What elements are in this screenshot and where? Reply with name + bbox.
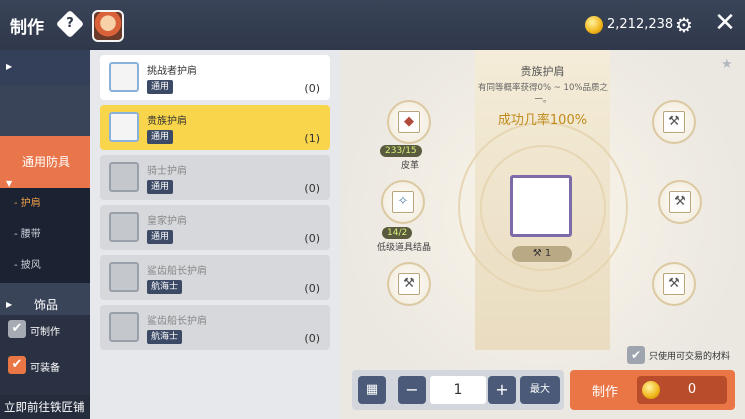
tradeable-only-label: 只使用可交易的材料 [649, 352, 731, 362]
list-item[interactable]: 挑战者护肩 通用 (0) [100, 55, 330, 100]
empty-slot[interactable]: ⚒ [652, 262, 696, 306]
recipe-description: 有同等概率获得0% ~ 10%品质之一。 [478, 83, 608, 105]
help-icon-glyph: ? [66, 16, 74, 31]
gold-amount: 2,212,238 [607, 17, 674, 32]
result-count-value: 1 [544, 248, 552, 259]
list-item[interactable]: 皇家护肩 通用 (0) [100, 205, 330, 250]
max-button[interactable]: 最大 [520, 376, 560, 404]
goto-smithy-link[interactable]: 立即前往铁匠铺 [0, 395, 90, 419]
item-tag: 通用 [147, 80, 174, 94]
sidebar-item-label: 通用防具 [22, 155, 71, 169]
sub-category-list: - 护肩 - 腰带 - 披风 [0, 188, 90, 283]
craft-cost-value: 0 [687, 382, 697, 397]
item-thumbnail [109, 162, 139, 192]
header-bar: 制作 ? 2,212,238 ⚙ ✕ [0, 0, 745, 50]
quantity-input[interactable]: 1 [430, 376, 486, 404]
hammer-icon: ⚒ [398, 273, 420, 295]
craftable-label: 可制作 [30, 327, 60, 338]
item-name: 鲨齿船长护肩 [147, 266, 207, 277]
item-tag: 通用 [147, 180, 174, 194]
item-thumbnail [109, 112, 139, 142]
item-tag: 航海士 [147, 330, 183, 344]
craft-label: 制作 [592, 385, 619, 400]
gold-coin-icon [642, 381, 660, 399]
craft-panel: ★ 贵族护肩 有同等概率获得0% ~ 10%品质之一。 成功几率100% ◆ 2… [340, 50, 745, 419]
item-count: (0) [304, 282, 320, 295]
result-count: ⚒ 1 [512, 246, 572, 262]
result-item-slot[interactable] [510, 175, 572, 237]
help-icon[interactable]: ? [55, 9, 85, 39]
crystal-quantity: 14/2 [382, 227, 413, 239]
sidebar-item-label: 饰品 [34, 298, 59, 312]
item-thumbnail [109, 212, 139, 242]
item-thumbnail [109, 312, 139, 342]
empty-slot[interactable]: ⚒ [658, 180, 702, 224]
list-item-selected[interactable]: 贵族护肩 通用 (1) [100, 105, 330, 150]
calculator-button[interactable]: ▦ [358, 376, 386, 404]
hammer-icon: ⚒ [663, 273, 685, 295]
material-slot-leather[interactable]: ◆ [387, 100, 431, 144]
equippable-checkbox[interactable]: ✔ [8, 356, 26, 374]
item-count: (0) [304, 332, 320, 345]
item-name: 鲨齿船长护肩 [147, 316, 207, 327]
hammer-icon: ⚒ [663, 111, 685, 133]
item-name: 骑士护肩 [147, 166, 187, 177]
item-tag: 通用 [147, 230, 174, 244]
recipe-title: 贵族护肩 [520, 65, 565, 78]
settings-gear-icon[interactable]: ⚙ [672, 13, 696, 37]
character-avatar[interactable] [92, 10, 124, 42]
category-sidebar: ▶ ▼ 通用防具 - 护肩 - 腰带 - 披风 ▶ 饰品 ✔ 可制作 ✔ 可装备… [0, 50, 90, 419]
crystal-icon: ✧ [392, 191, 414, 213]
quantity-bar: ▦ − 1 + 最大 [352, 370, 564, 410]
item-count: (0) [304, 82, 320, 95]
item-count: (1) [304, 132, 320, 145]
close-icon[interactable]: ✕ [712, 10, 738, 36]
list-item[interactable]: 骑士护肩 通用 (0) [100, 155, 330, 200]
crystal-label: 低级道具结晶 [376, 243, 431, 253]
item-count: (0) [304, 232, 320, 245]
craft-button[interactable]: 制作 0 [570, 370, 735, 410]
leather-label: 皮革 [400, 161, 419, 171]
tradeable-only-checkbox[interactable]: ✔ [627, 346, 645, 364]
hammer-icon: ⚒ [532, 248, 545, 259]
decrease-button[interactable]: − [398, 376, 426, 404]
item-tag: 航海士 [147, 280, 183, 294]
sub-item-cape[interactable]: - 披风 [0, 250, 90, 281]
sidebar-item-top[interactable]: ▶ [0, 50, 90, 85]
empty-slot[interactable]: ⚒ [652, 100, 696, 144]
list-item[interactable]: 鲨齿船长护肩 航海士 (0) [100, 255, 330, 300]
leather-icon: ◆ [398, 111, 420, 133]
item-name: 挑战者护肩 [147, 66, 197, 77]
material-slot-crystal[interactable]: ✧ [381, 180, 425, 224]
item-thumbnail [109, 262, 139, 292]
item-thumbnail [109, 62, 139, 92]
crafting-screen: 制作 ? 2,212,238 ⚙ ✕ ▶ ▼ 通用防具 - 护肩 - 腰带 - … [0, 0, 745, 419]
equippable-label: 可装备 [30, 363, 60, 374]
craft-cost: 0 [637, 376, 727, 404]
filter-box: ✔ 可制作 ✔ 可装备 [0, 315, 90, 395]
page-title: 制作 [10, 18, 44, 38]
sub-item-shoulder[interactable]: - 护肩 [0, 188, 90, 219]
gold-coin-icon [585, 16, 603, 34]
item-list: 挑战者护肩 通用 (0) 贵族护肩 通用 (1) 骑士护肩 通用 (0) 皇家护… [90, 50, 340, 419]
empty-slot[interactable]: ⚒ [387, 262, 431, 306]
item-tag: 通用 [147, 130, 174, 144]
craftable-checkbox[interactable]: ✔ [8, 320, 26, 338]
increase-button[interactable]: + [488, 376, 516, 404]
sub-item-belt[interactable]: - 腰带 [0, 219, 90, 250]
list-item[interactable]: 鲨齿船长护肩 航海士 (0) [100, 305, 330, 350]
item-name: 皇家护肩 [147, 216, 187, 227]
sidebar-item-armor[interactable]: ▼ 通用防具 [0, 136, 90, 188]
leather-quantity: 233/15 [380, 145, 422, 157]
item-name: 贵族护肩 [147, 116, 187, 127]
hammer-icon: ⚒ [669, 191, 691, 213]
arrow-right-icon: ▶ [6, 62, 13, 71]
item-count: (0) [304, 182, 320, 195]
